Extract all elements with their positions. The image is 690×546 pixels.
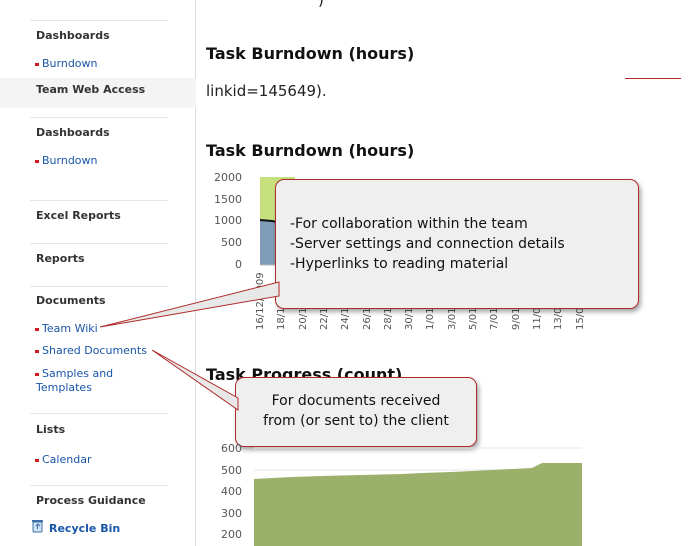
y-tick-label: 300 <box>221 507 242 520</box>
y-tick-label: 500 <box>221 464 242 477</box>
connector-team-wiki <box>99 281 280 328</box>
progress-area <box>254 463 582 546</box>
y-tick-label: 400 <box>221 485 242 498</box>
y-tick-label: 600 <box>221 442 242 455</box>
y-tick-label: 200 <box>221 528 242 541</box>
progress-plot <box>254 447 582 546</box>
connector-shared-documents <box>151 349 239 411</box>
